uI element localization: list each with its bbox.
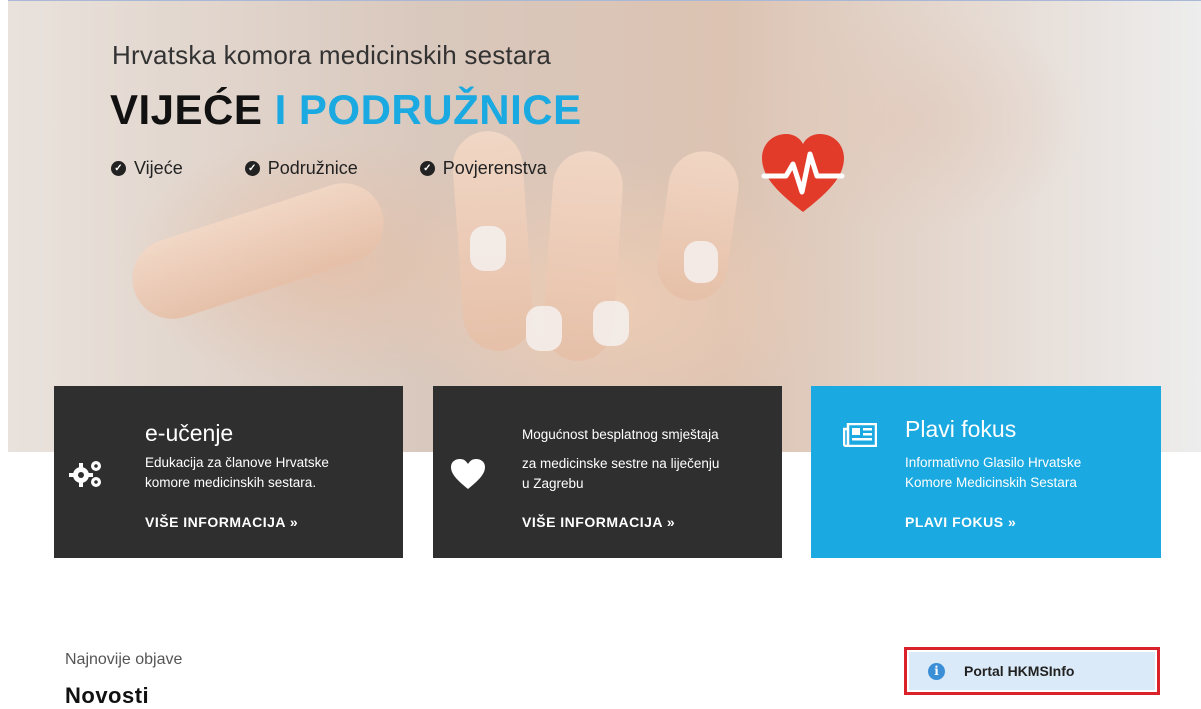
hero-decor [470,226,506,271]
plavi-fokus-link[interactable]: PLAVI FOKUS » [905,514,1016,530]
check-circle-icon: ✓ [419,161,435,176]
hero-title: VIJEĆE I PODRUŽNICE [110,86,582,134]
hero-link-label: Podružnice [267,158,358,178]
hero-link-povjerenstva[interactable]: ✓ Povjerenstva [419,158,547,179]
more-info-link[interactable]: VIŠE INFORMACIJA » [145,514,298,530]
hero-link-podruznice[interactable]: ✓ Podružnice [244,158,358,179]
card-title: Plavi fokus [905,416,1017,442]
heart-pulse-icon [761,134,845,212]
card-plavi-fokus: Plavi fokus Informativno Glasilo Hrvatsk… [811,386,1161,558]
hero-link-label: Vijeće [134,158,183,178]
hero-link-vijece[interactable]: ✓ Vijeće [111,158,183,179]
card-description: Mogućnost besplatnog smještaja za medici… [522,421,719,494]
hero-decor [684,241,718,283]
hero-title-part2: I PODRUŽNICE [274,86,582,133]
card-description-line: komore medicinskih sestara. [145,475,317,490]
check-circle-icon: ✓ [111,161,126,176]
portal-highlight: i Portal HKMSInfo [904,647,1160,695]
card-e-ucenje: e-učenje Edukacija za članove Hrvatske k… [54,386,403,558]
card-description-line: Informativno Glasilo Hrvatske [905,455,1082,470]
hero-link-label: Povjerenstva [442,158,547,178]
card-description-line: u Zagrebu [522,476,584,491]
latest-posts-label: Najnovije objave [65,651,183,668]
check-circle-icon: ✓ [244,161,260,176]
card-description-line: Mogućnost besplatnog smještaja [522,427,719,442]
card-smjestaj: Mogućnost besplatnog smještaja za medici… [433,386,782,558]
hero-subtitle: Hrvatska komora medicinskih sestara [112,40,552,70]
card-description: Informativno Glasilo Hrvatske Komore Med… [905,453,1081,493]
card-description: Edukacija za članove Hrvatske komore med… [145,453,329,493]
heart-icon [451,459,485,489]
hero-decor [122,172,394,330]
card-description-line: Komore Medicinskih Sestara [905,475,1077,490]
card-description-line: za medicinske sestre na liječenju [522,456,720,471]
gears-icon [69,461,101,487]
portal-hkmsinfo-link[interactable]: i Portal HKMSInfo [909,652,1155,690]
info-icon: i [928,662,945,680]
news-heading: Novosti [65,683,150,708]
card-description-line: Edukacija za članove Hrvatske [145,455,329,470]
hero-title-part1: VIJEĆE [110,86,263,133]
portal-label: Portal HKMSInfo [964,663,1075,679]
card-title: e-učenje [145,420,234,446]
newspaper-icon [843,423,877,447]
more-info-link[interactable]: VIŠE INFORMACIJA » [522,514,675,530]
hero-decor [593,301,629,346]
hero-links: ✓ Vijeće ✓ Podružnice ✓ Povjerenstva [111,158,609,179]
hero-decor [526,306,562,351]
